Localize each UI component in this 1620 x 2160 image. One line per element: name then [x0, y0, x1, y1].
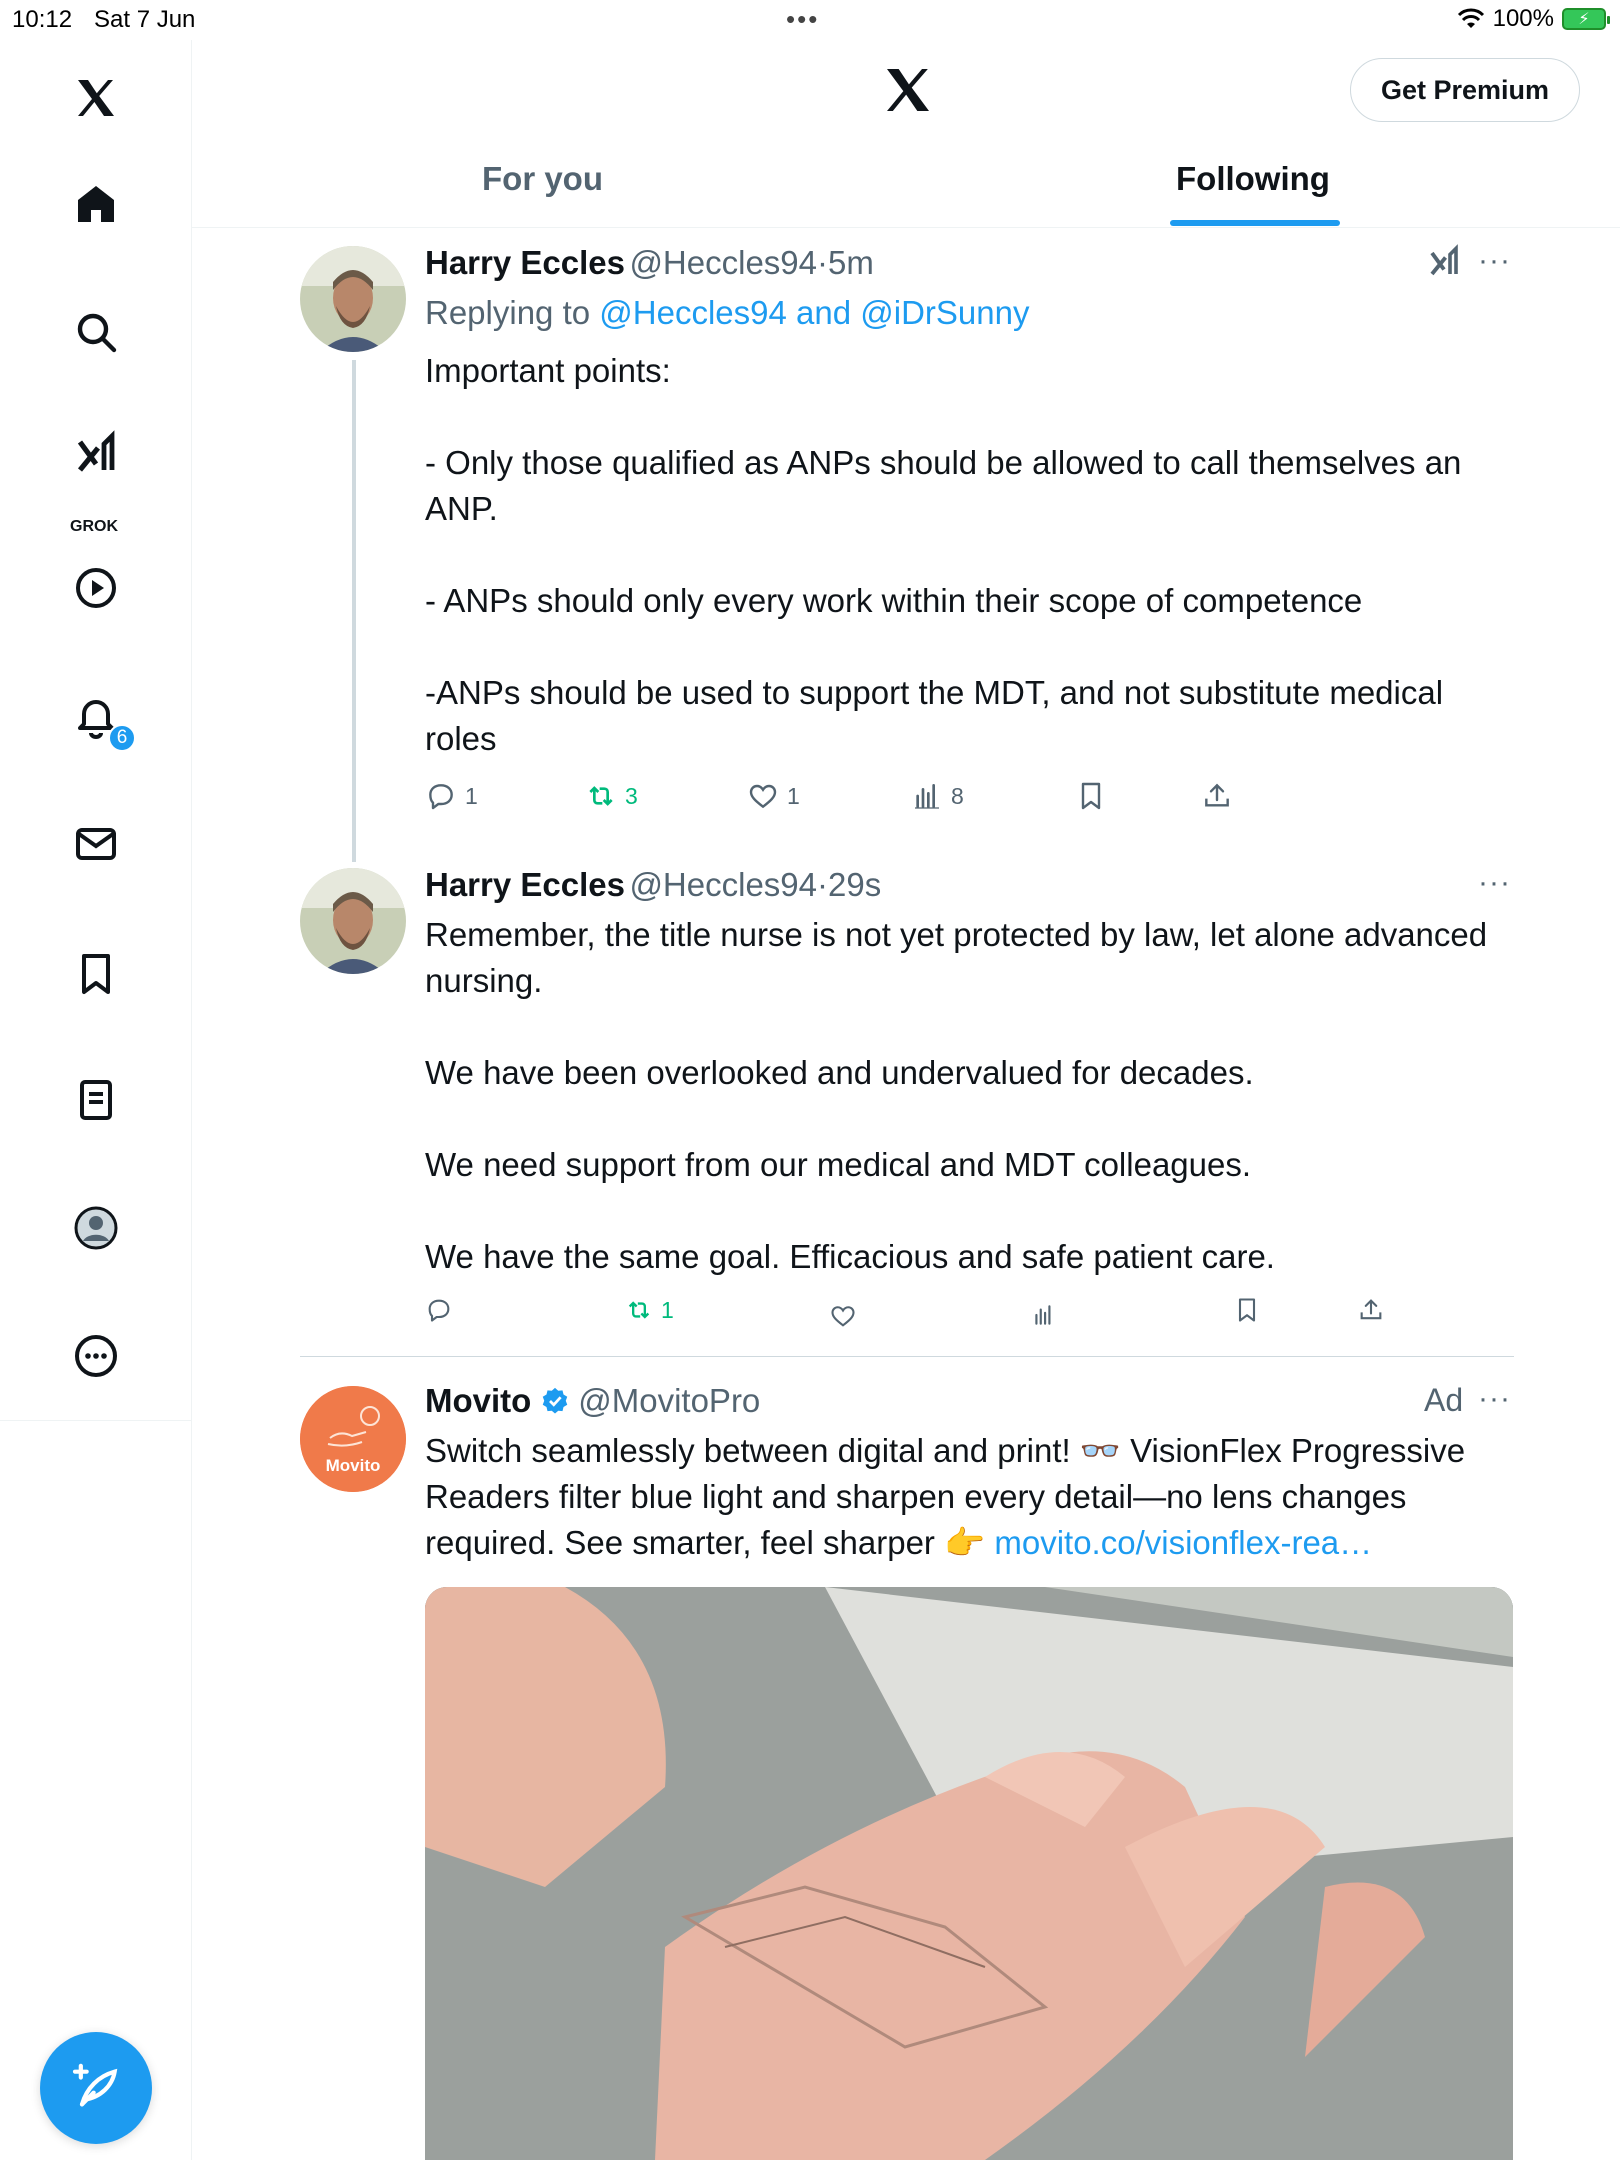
heart-icon — [749, 784, 777, 809]
views-icon — [1035, 1305, 1051, 1325]
more-icon[interactable] — [66, 1326, 126, 1386]
author-handle[interactable]: @MovitoPro — [578, 1382, 760, 1419]
x-logo-icon[interactable] — [880, 62, 936, 118]
status-time: 10:12 — [12, 6, 73, 33]
repost-count: 1 — [661, 1296, 674, 1323]
tweet-text: Remember, the title nurse is not yet pro… — [425, 916, 1488, 1275]
compose-button[interactable] — [40, 2032, 152, 2144]
more-options-icon[interactable]: ··· — [1478, 244, 1511, 278]
share-button[interactable] — [1201, 780, 1233, 812]
views-count: 8 — [951, 782, 964, 809]
movito-logo-icon — [300, 1386, 406, 1492]
more-options-icon[interactable]: ··· — [1478, 866, 1511, 900]
profile-icon[interactable] — [66, 1198, 126, 1258]
repost-button[interactable]: 3 — [585, 780, 638, 812]
tweet-header: Harry Eccles @Heccles94·29s — [425, 866, 881, 904]
ad-text: Switch seamlessly between digital and pr… — [425, 1428, 1515, 1566]
tweet-header: Harry Eccles @Heccles94·5m — [425, 244, 874, 282]
avatar[interactable] — [300, 246, 406, 352]
bookmark-button[interactable] — [1233, 1296, 1261, 1324]
x-logo-icon[interactable] — [66, 68, 126, 128]
sidebar: GROK 6 — [0, 40, 192, 2160]
more-options-icon[interactable]: ··· — [1478, 1382, 1511, 1416]
search-icon[interactable] — [66, 302, 126, 362]
like-button[interactable]: 1 — [747, 780, 800, 812]
thread-line — [352, 360, 356, 862]
reply-count: 1 — [465, 782, 478, 809]
replying-links[interactable]: @Heccles94 and @iDrSunny — [599, 294, 1029, 331]
video-frame — [425, 1587, 1513, 2160]
like-count: 1 — [787, 782, 800, 809]
tweet-actions: 1 3 1 8 — [425, 780, 1325, 820]
repost-count: 3 — [625, 782, 638, 809]
status-date: Sat 7 Jun — [94, 6, 196, 33]
sidebar-divider — [0, 1420, 192, 1421]
wifi-icon — [1457, 8, 1484, 28]
author-handle[interactable]: @Heccles94 — [629, 866, 817, 903]
author-name[interactable]: Harry Eccles — [425, 244, 625, 281]
bookmark-icon — [1238, 1298, 1256, 1322]
status-right: 100% ⚡ — [1457, 5, 1610, 33]
tweet-header: Movito @MovitoPro — [425, 1382, 760, 1420]
home-icon[interactable] — [66, 174, 126, 234]
compose-icon — [72, 2063, 118, 2107]
heart-icon — [831, 1306, 855, 1327]
repost-icon — [628, 1301, 650, 1319]
video-icon[interactable] — [66, 558, 126, 618]
verified-badge-icon — [542, 1387, 568, 1414]
avatar[interactable]: Movito — [300, 1386, 406, 1492]
grok-icon[interactable] — [66, 424, 126, 484]
author-handle[interactable]: @Heccles94 — [629, 244, 817, 281]
messages-icon[interactable] — [66, 814, 126, 874]
tab-for-you[interactable]: For you — [482, 160, 603, 198]
bookmarks-icon[interactable] — [66, 944, 126, 1004]
reply-icon — [429, 784, 453, 810]
lists-icon[interactable] — [66, 1070, 126, 1130]
bookmark-button[interactable] — [1075, 780, 1107, 812]
like-button[interactable] — [829, 1302, 857, 1330]
battery-percent: 100% — [1492, 5, 1554, 32]
grok-label: GROK — [70, 518, 118, 535]
repost-button[interactable]: 1 — [625, 1296, 674, 1324]
repost-icon — [589, 786, 613, 806]
reply-button[interactable]: 1 — [425, 780, 478, 812]
battery-icon: ⚡ — [1562, 8, 1610, 30]
ad-video[interactable] — [425, 1587, 1513, 2160]
author-name[interactable]: Harry Eccles — [425, 866, 625, 903]
notifications-badge: 6 — [108, 724, 136, 752]
avatar[interactable] — [300, 868, 406, 974]
reply-icon — [428, 1299, 450, 1322]
tweet-actions: 1 — [425, 1296, 1425, 1336]
meta-separator: · — [817, 866, 829, 903]
views-button[interactable] — [1031, 1302, 1057, 1328]
views-button[interactable]: 8 — [911, 780, 964, 812]
tweet-time[interactable]: 29s — [828, 866, 881, 903]
views-icon — [915, 784, 939, 809]
share-icon — [1360, 1299, 1382, 1320]
share-button[interactable] — [1357, 1296, 1385, 1324]
get-premium-button[interactable]: Get Premium — [1350, 58, 1580, 122]
grok-icon[interactable] — [1426, 244, 1462, 280]
ad-label: Ad — [1424, 1382, 1464, 1418]
reply-button[interactable] — [425, 1296, 453, 1324]
tab-active-indicator — [1170, 220, 1340, 226]
multitasking-dots[interactable]: ••• — [786, 4, 819, 35]
status-bar: 10:12 Sat 7 Jun ••• 100% ⚡ — [0, 0, 1620, 40]
feed-tabs: For you Following — [192, 140, 1620, 228]
replying-to: Replying to @Heccles94 and @iDrSunny — [425, 294, 1029, 332]
share-icon — [1205, 783, 1229, 807]
tab-following[interactable]: Following — [1176, 160, 1330, 198]
tweet-divider — [300, 1356, 1514, 1357]
tweet-text: Important points: - Only those qualified… — [425, 352, 1462, 757]
meta-separator: · — [817, 244, 829, 281]
tweet-time[interactable]: 5m — [828, 244, 874, 281]
ad-link[interactable]: movito.co/visionflex-rea… — [994, 1524, 1372, 1561]
author-name[interactable]: Movito — [425, 1382, 531, 1419]
bookmark-icon — [1081, 782, 1101, 810]
replying-prefix: Replying to — [425, 294, 600, 331]
movito-avatar-text: Movito — [325, 1456, 381, 1475]
